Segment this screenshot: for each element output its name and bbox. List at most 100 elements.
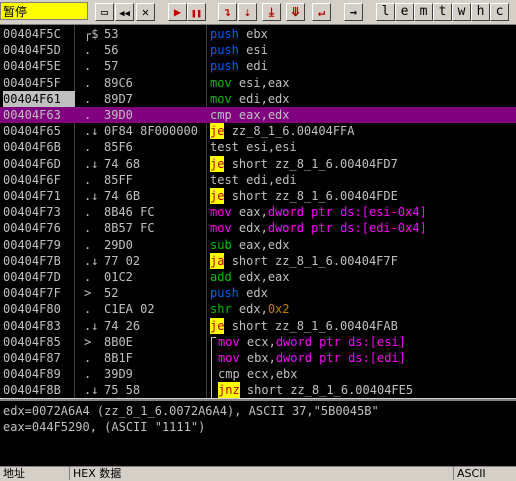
- dump-header: 地址 HEX 数据 ASCII: [0, 466, 516, 480]
- instruction-cell: sub eax,edx: [210, 237, 290, 253]
- restart-button[interactable]: ◀◀: [115, 3, 134, 21]
- disasm-row[interactable]: 00404F89. 39D9 cmp ecx,ebx: [0, 366, 516, 382]
- operand: zz_8_1_6.00404FFA: [231, 124, 355, 139]
- trace-over-button[interactable]: ⤋: [286, 3, 305, 21]
- operand: ecx,: [246, 334, 276, 349]
- disasm-row[interactable]: 00404F83 .↓ 74 26 je short zz_8_1_6.00404FA…: [0, 317, 516, 334]
- window-c-button[interactable]: c: [490, 3, 509, 21]
- address-cell: 00404F87: [3, 351, 61, 365]
- instruction-cell: je short zz_8_1_6.00404FAB: [210, 317, 398, 334]
- disasm-row[interactable]: 00404F7D. 01C2 add edx,eax: [0, 269, 516, 285]
- go-to-icon: →: [349, 5, 358, 19]
- disasm-row[interactable]: 00404F6F. 85FF test edi,edi: [0, 172, 516, 188]
- operand: dword ptr ds:[esi-0x4]: [267, 205, 427, 220]
- address-cell: 00404F6B: [3, 140, 61, 155]
- execute-till-return-icon: ↵: [317, 5, 326, 19]
- window-e-button[interactable]: e: [395, 3, 414, 21]
- hex-dump-cell: 74 68: [104, 156, 141, 171]
- window-m-button[interactable]: m: [414, 3, 433, 21]
- disasm-row[interactable]: 00404F73. 8B46 FC mov eax,dword ptr ds:[es…: [0, 204, 516, 220]
- operand: edx,: [238, 302, 268, 317]
- disasm-row[interactable]: 00404F79. 29D0 sub eax,edx: [0, 237, 516, 253]
- address-cell: 00404F73: [3, 205, 61, 220]
- jump-marker: .: [84, 205, 92, 220]
- jump-marker: >: [84, 334, 92, 349]
- dump-address-header[interactable]: 地址: [0, 467, 70, 480]
- pause-button[interactable]: ❚❚: [187, 3, 206, 21]
- close-button[interactable]: ✕: [136, 3, 155, 21]
- mnemonic: mov: [210, 205, 232, 220]
- address-cell: 00404F61: [3, 90, 75, 107]
- mnemonic: mov: [210, 91, 232, 106]
- instruction-cell: mov edi,edx: [210, 91, 290, 107]
- disasm-row[interactable]: 00404F5C ┌$ 53 push ebx: [0, 26, 516, 42]
- instruction-cell: je short zz_8_1_6.00404FDE: [210, 188, 398, 204]
- mnemonic: push: [210, 43, 239, 58]
- window-w-button[interactable]: w: [452, 3, 471, 21]
- step-into-button[interactable]: ↴: [218, 3, 237, 21]
- jump-marker: .: [84, 75, 92, 90]
- address-cell: 00404F71: [3, 189, 61, 203]
- address-cell: 00404F7F: [3, 286, 61, 301]
- address-cell: 00404F85: [3, 334, 61, 349]
- window-t-button[interactable]: t: [433, 3, 452, 21]
- disasm-row[interactable]: 00404F80. C1EA 02 shr edx,0x2: [0, 301, 516, 317]
- go-to-button[interactable]: →: [344, 3, 363, 21]
- disasm-row[interactable]: 00404F5F. 89C6 mov esi,eax: [0, 75, 516, 91]
- execute-till-return-button[interactable]: ↵: [312, 3, 331, 21]
- disassembly-pane[interactable]: 00404F5C ┌$ 53 push ebx 00404F5D. 56 push esi 0…: [0, 25, 516, 398]
- instruction-cell: je short zz_8_1_6.00404FD7: [210, 155, 398, 172]
- operand: edx,eax: [238, 270, 290, 284]
- instruction-cell: mov edx,dword ptr ds:[edi-0x4]: [210, 220, 427, 236]
- mnemonic: push: [210, 27, 239, 41]
- disasm-row[interactable]: 00404F85 >8B0E mov ecx,dword ptr ds:[esi]: [0, 334, 516, 350]
- hex-dump-cell: 01C2: [104, 270, 133, 284]
- window-l-button[interactable]: l: [376, 3, 395, 21]
- dump-ascii-header[interactable]: ASCII: [454, 467, 516, 480]
- dump-hex-header[interactable]: HEX 数据: [70, 467, 454, 480]
- jump-marker: .: [84, 172, 92, 187]
- address-cell: 00404F5C: [3, 27, 61, 41]
- disasm-row[interactable]: 00404F6B. 85F6 test esi,esi: [0, 139, 516, 155]
- instruction-cell: cmp ecx,ebx: [218, 366, 298, 382]
- disasm-row[interactable]: 00404F8B .↓ 75 58 jnz short zz_8_1_6.00404F…: [0, 382, 516, 398]
- disasm-row[interactable]: 00404F87. 8B1F mov ebx,dword ptr ds:[edi]: [0, 350, 516, 366]
- mnemonic: push: [210, 59, 239, 74]
- disasm-row[interactable]: 00404F61. 89D7 mov edi,edx: [0, 90, 516, 107]
- operand: esi,esi: [246, 140, 297, 155]
- disasm-row[interactable]: 00404F5E. 57 push edi: [0, 58, 516, 74]
- hex-dump-cell: 74 26: [104, 318, 141, 333]
- window-h-button[interactable]: h: [471, 3, 490, 21]
- disasm-row[interactable]: 00404F76. 8B57 FC mov edx,dword ptr ds:[ed…: [0, 220, 516, 236]
- trace-into-button[interactable]: ⤓: [262, 3, 281, 21]
- hex-dump-cell: 77 02: [104, 253, 141, 268]
- operand: eax,edx: [238, 108, 290, 122]
- operand: eax,edx: [238, 237, 290, 252]
- run-button[interactable]: ▶: [168, 3, 187, 21]
- info-line-2: eax=044F5290, (ASCII "1111"): [3, 420, 206, 434]
- disasm-row[interactable]: 00404F5D. 56 push esi: [0, 42, 516, 58]
- hex-dump-cell: 8B46 FC: [104, 205, 155, 220]
- mnemonic: je: [210, 123, 225, 140]
- disasm-row[interactable]: 00404F63. 39D0 cmp eax,edx: [0, 107, 516, 123]
- instruction-cell: mov ebx,dword ptr ds:[edi]: [218, 350, 406, 366]
- disasm-row[interactable]: 00404F71 .↓ 74 6B je short zz_8_1_6.00404FD…: [0, 188, 516, 204]
- operand: 0x2: [267, 302, 290, 317]
- address-cell: 00404F80: [3, 302, 61, 317]
- jump-marker: .: [84, 270, 92, 284]
- mnemonic: je: [210, 188, 225, 204]
- hex-dump-cell: 0F84 8F000000: [104, 124, 198, 139]
- mnemonic: jnz: [218, 382, 240, 398]
- disasm-row[interactable]: 00404F7B .↓ 77 02 ja short zz_8_1_6.00404F7…: [0, 252, 516, 269]
- jump-marker: .: [84, 91, 92, 106]
- step-over-button[interactable]: ⇣: [238, 3, 257, 21]
- address-cell: 00404F5E: [3, 59, 61, 74]
- instruction-cell: add edx,eax: [210, 269, 290, 285]
- open-button[interactable]: ▭: [95, 3, 114, 21]
- disasm-row[interactable]: 00404F6D .↓ 74 68 je short zz_8_1_6.00404FD…: [0, 155, 516, 172]
- disasm-row[interactable]: 00404F65 .↓ 0F84 8F000000 je zz_8_1_6.00404…: [0, 123, 516, 140]
- disasm-row[interactable]: 00404F7F >52 push edx: [0, 285, 516, 301]
- instruction-cell: je zz_8_1_6.00404FFA: [210, 123, 355, 140]
- operand: short zz_8_1_6.00404FD7: [231, 156, 398, 171]
- hex-dump-cell: 39D0: [104, 108, 133, 122]
